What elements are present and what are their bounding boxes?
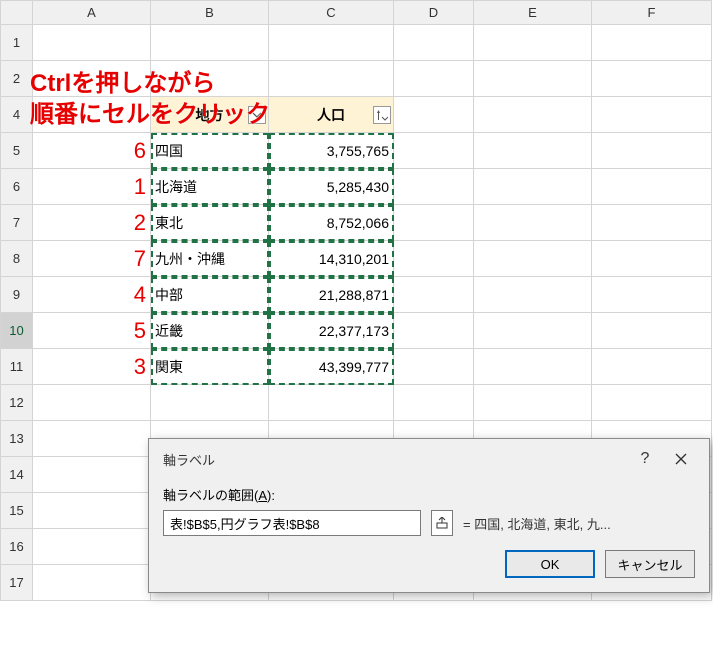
row-header[interactable]: 8 — [1, 241, 33, 277]
header-pop-label: 人口 — [317, 107, 345, 123]
help-icon[interactable]: ? — [627, 447, 663, 471]
table-header-pop[interactable]: 人口 — [269, 97, 394, 133]
cell-pop[interactable]: 14,310,201 — [269, 241, 394, 277]
order-annotation: 2 — [33, 205, 151, 241]
cell-pop[interactable]: 43,399,777 — [269, 349, 394, 385]
dialog-title: 軸ラベル — [163, 450, 627, 469]
row-header[interactable]: 2 — [1, 61, 33, 97]
row-header[interactable]: 5 — [1, 133, 33, 169]
cell-region[interactable]: 九州・沖縄 — [151, 241, 269, 277]
cell-region[interactable]: 東北 — [151, 205, 269, 241]
filter-sort-icon[interactable] — [373, 106, 391, 124]
col-header-C[interactable]: C — [269, 1, 394, 25]
row-header[interactable]: 15 — [1, 493, 33, 529]
order-annotation: 3 — [33, 349, 151, 385]
instruction-overlay: Ctrlを押しながら順番にセルをクリック — [30, 68, 270, 130]
row-header[interactable]: 9 — [1, 277, 33, 313]
col-header-B[interactable]: B — [151, 1, 269, 25]
order-annotation: 7 — [33, 241, 151, 277]
row-header[interactable]: 1 — [1, 25, 33, 61]
cancel-button[interactable]: キャンセル — [605, 550, 695, 578]
col-header-A[interactable]: A — [33, 1, 151, 25]
cell-pop[interactable]: 22,377,173 — [269, 313, 394, 349]
range-input[interactable] — [163, 510, 421, 536]
order-annotation: 6 — [33, 133, 151, 169]
row-header[interactable]: 12 — [1, 385, 33, 421]
order-annotation: 5 — [33, 313, 151, 349]
row-header[interactable]: 14 — [1, 457, 33, 493]
cell-region[interactable]: 四国 — [151, 133, 269, 169]
cell-pop[interactable]: 5,285,430 — [269, 169, 394, 205]
range-picker-icon[interactable] — [431, 510, 453, 536]
ok-button[interactable]: OK — [505, 550, 595, 578]
cell-pop[interactable]: 8,752,066 — [269, 205, 394, 241]
row-header[interactable]: 6 — [1, 169, 33, 205]
cell-region[interactable]: 近畿 — [151, 313, 269, 349]
close-icon[interactable] — [663, 447, 699, 471]
row-header[interactable]: 7 — [1, 205, 33, 241]
cell-pop[interactable]: 3,755,765 — [269, 133, 394, 169]
col-header-F[interactable]: F — [592, 1, 712, 25]
row-header[interactable]: 16 — [1, 529, 33, 565]
order-annotation: 4 — [33, 277, 151, 313]
range-label: 軸ラベルの範囲(A): — [163, 485, 695, 504]
row-header[interactable]: 17 — [1, 565, 33, 601]
row-header[interactable]: 4 — [1, 97, 33, 133]
range-preview: = 四国, 北海道, 東北, 九... — [463, 514, 611, 533]
cell-region[interactable]: 北海道 — [151, 169, 269, 205]
select-all-corner[interactable] — [1, 1, 33, 25]
row-header[interactable]: 11 — [1, 349, 33, 385]
row-header[interactable]: 13 — [1, 421, 33, 457]
axis-label-dialog: 軸ラベル ? 軸ラベルの範囲(A): = 四国, 北海道, 東北, 九... O… — [148, 438, 710, 593]
row-header[interactable]: 10 — [1, 313, 33, 349]
cell-region[interactable]: 関東 — [151, 349, 269, 385]
cell-pop[interactable]: 21,288,871 — [269, 277, 394, 313]
cell-region[interactable]: 中部 — [151, 277, 269, 313]
col-header-E[interactable]: E — [474, 1, 592, 25]
col-header-D[interactable]: D — [394, 1, 474, 25]
order-annotation: 1 — [33, 169, 151, 205]
